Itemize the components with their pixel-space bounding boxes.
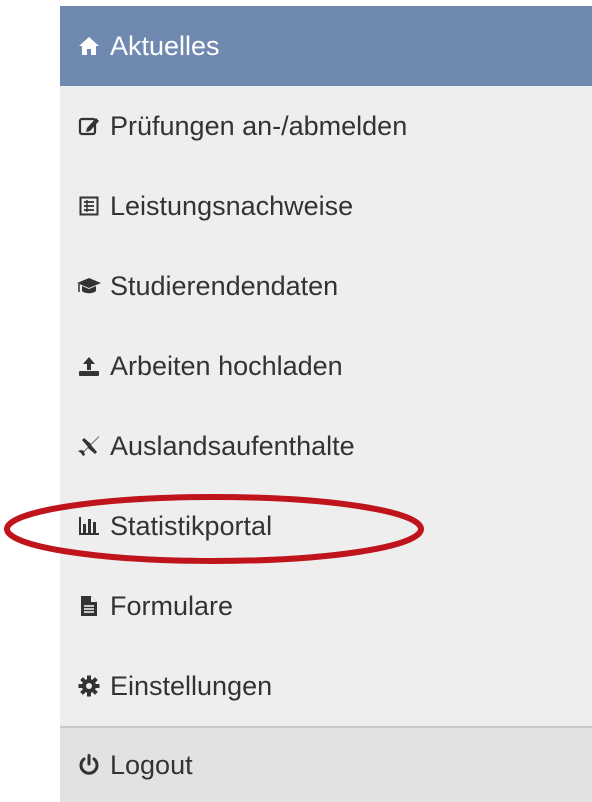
list-icon — [76, 193, 102, 219]
graduation-cap-icon — [76, 273, 102, 299]
bar-chart-icon — [76, 513, 102, 539]
menu-item-label: Studierendendaten — [110, 270, 339, 301]
home-icon — [76, 33, 102, 59]
menu-item-pruefungen[interactable]: Prüfungen an-/abmelden — [60, 86, 592, 166]
menu-item-label: Leistungsnachweise — [110, 190, 354, 221]
menu-item-auslandsaufenthalte[interactable]: Auslandsaufenthalte — [60, 406, 592, 486]
menu-item-label: Aktuelles — [110, 30, 220, 61]
plane-icon — [76, 433, 102, 459]
menu-item-leistungsnachweise[interactable]: Leistungsnachweise — [60, 166, 592, 246]
menu-item-label: Arbeiten hochladen — [110, 350, 343, 381]
menu-item-aktuelles[interactable]: Aktuelles — [60, 6, 592, 86]
menu-item-label: Auslandsaufenthalte — [110, 430, 355, 461]
menu-item-label: Einstellungen — [110, 670, 273, 701]
menu-item-einstellungen[interactable]: Einstellungen — [60, 646, 592, 726]
sidebar-menu: Aktuelles Prüfungen an-/abmelden Leistun… — [60, 6, 592, 802]
page: Aktuelles Prüfungen an-/abmelden Leistun… — [0, 0, 592, 802]
menu-item-label: Formulare — [110, 590, 234, 621]
upload-icon — [76, 353, 102, 379]
gear-icon — [76, 673, 102, 699]
menu-item-statistikportal[interactable]: Statistikportal — [60, 486, 592, 566]
edit-icon — [76, 113, 102, 139]
power-icon — [76, 752, 102, 778]
menu-item-logout[interactable]: Logout — [60, 726, 592, 802]
menu-item-formulare[interactable]: Formulare — [60, 566, 592, 646]
menu-item-arbeiten-hochladen[interactable]: Arbeiten hochladen — [60, 326, 592, 406]
menu-item-label: Statistikportal — [110, 510, 273, 541]
file-icon — [76, 593, 102, 619]
menu-item-label: Prüfungen an-/abmelden — [110, 110, 408, 141]
menu-item-label: Logout — [110, 749, 193, 780]
menu-item-studierendendaten[interactable]: Studierendendaten — [60, 246, 592, 326]
